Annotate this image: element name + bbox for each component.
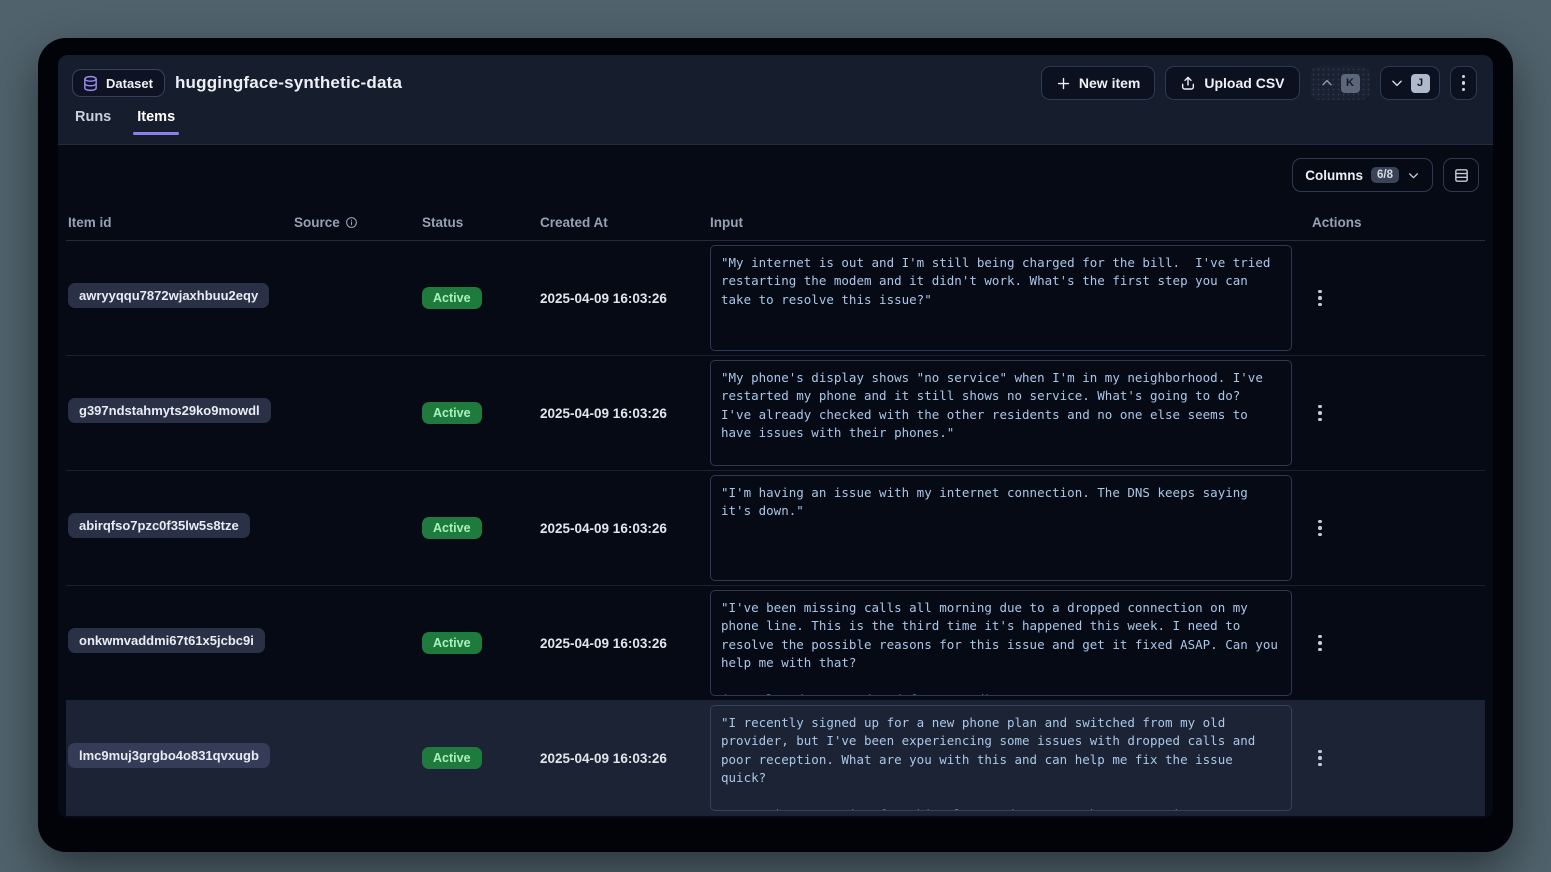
created-at-cell: 2025-04-09 16:03:26 xyxy=(540,406,710,421)
input-cell[interactable]: "I've been missing calls all morning due… xyxy=(710,590,1292,696)
keycap-k: K xyxy=(1341,74,1360,93)
table-row[interactable]: onkwmvaddmi67t61x5jcbc9i Active 2025-04-… xyxy=(66,586,1485,701)
tab-items[interactable]: Items xyxy=(137,109,175,135)
kebab-icon xyxy=(1462,75,1466,92)
created-at-cell: 2025-04-09 16:03:26 xyxy=(540,636,710,651)
table-row[interactable]: lmc9muj3grgbo4o831qvxugb Active 2025-04-… xyxy=(66,701,1485,816)
dataset-app: Dataset huggingface-synthetic-data New i… xyxy=(58,55,1493,818)
plus-icon xyxy=(1056,76,1071,91)
columns-dropdown-button[interactable]: Columns 6/8 xyxy=(1292,158,1433,192)
header-source[interactable]: Source xyxy=(294,215,422,230)
created-at-cell: 2025-04-09 16:03:26 xyxy=(540,291,710,306)
status-badge: Active xyxy=(422,402,482,424)
new-item-label: New item xyxy=(1079,75,1140,91)
item-id-badge[interactable]: g397ndstahmyts29ko9mowdl xyxy=(68,398,271,423)
created-at-cell: 2025-04-09 16:03:26 xyxy=(540,521,710,536)
table-header-row: Item id Source Status Created At Input A… xyxy=(66,205,1485,241)
row-actions-button[interactable] xyxy=(1312,514,1328,543)
table-row[interactable]: awryyqqu7872wjaxhbuu2eqy Active 2025-04-… xyxy=(66,241,1485,356)
header-created-at[interactable]: Created At xyxy=(540,215,710,230)
upload-icon xyxy=(1180,75,1196,91)
header-overflow-menu-button[interactable] xyxy=(1450,66,1478,100)
new-item-button[interactable]: New item xyxy=(1041,66,1155,100)
item-id-badge[interactable]: lmc9muj3grgbo4o831qvxugb xyxy=(68,743,270,768)
status-badge: Active xyxy=(422,287,482,309)
database-icon xyxy=(82,75,99,92)
upload-csv-button[interactable]: Upload CSV xyxy=(1165,66,1299,100)
header-actions-col: Actions xyxy=(1302,215,1485,230)
columns-label: Columns xyxy=(1305,168,1363,183)
status-badge: Active xyxy=(422,517,482,539)
dataset-badge-label: Dataset xyxy=(106,76,153,91)
row-actions-button[interactable] xyxy=(1312,744,1328,773)
keycap-j: J xyxy=(1411,74,1430,93)
item-id-badge[interactable]: onkwmvaddmi67t61x5jcbc9i xyxy=(68,628,265,653)
prev-item-button[interactable]: K xyxy=(1310,66,1370,100)
chevron-down-icon xyxy=(1407,169,1420,182)
table-row[interactable]: abirqfso7pzc0f35lw5s8tze Active 2025-04-… xyxy=(66,471,1485,586)
item-id-badge[interactable]: abirqfso7pzc0f35lw5s8tze xyxy=(68,513,250,538)
chevron-down-icon xyxy=(1390,76,1404,90)
header-item-id[interactable]: Item id xyxy=(66,215,294,230)
table-row[interactable]: g397ndstahmyts29ko9mowdl Active 2025-04-… xyxy=(66,356,1485,471)
table-toolbar: Columns 6/8 xyxy=(58,145,1493,205)
header-actions: New item Upload CSV K xyxy=(1041,66,1477,100)
input-cell[interactable]: "I recently signed up for a new phone pl… xyxy=(710,705,1292,811)
title-row: Dataset huggingface-synthetic-data New i… xyxy=(72,66,1477,100)
status-badge: Active xyxy=(422,632,482,654)
columns-count-badge: 6/8 xyxy=(1371,167,1399,183)
dataset-type-badge: Dataset xyxy=(72,69,165,97)
page-title: huggingface-synthetic-data xyxy=(175,73,402,93)
chevron-up-icon xyxy=(1320,76,1334,90)
app-header: Dataset huggingface-synthetic-data New i… xyxy=(58,55,1493,145)
items-table: Item id Source Status Created At Input A… xyxy=(58,205,1493,818)
input-cell[interactable]: "I'm having an issue with my internet co… xyxy=(710,475,1292,581)
created-at-cell: 2025-04-09 16:03:26 xyxy=(540,751,710,766)
next-item-button[interactable]: J xyxy=(1380,66,1440,100)
row-height-button[interactable] xyxy=(1443,158,1479,192)
tab-runs[interactable]: Runs xyxy=(75,109,111,135)
item-id-badge[interactable]: awryyqqu7872wjaxhbuu2eqy xyxy=(68,283,269,308)
table-rows-icon xyxy=(1453,167,1470,184)
status-badge: Active xyxy=(422,747,482,769)
row-actions-button[interactable] xyxy=(1312,399,1328,428)
header-status[interactable]: Status xyxy=(422,215,540,230)
input-cell[interactable]: "My internet is out and I'm still being … xyxy=(710,245,1292,351)
row-actions-button[interactable] xyxy=(1312,284,1328,313)
input-cell[interactable]: "My phone's display shows "no service" w… xyxy=(710,360,1292,466)
app-window: Dataset huggingface-synthetic-data New i… xyxy=(38,38,1513,852)
header-input[interactable]: Input xyxy=(710,215,1302,230)
upload-csv-label: Upload CSV xyxy=(1204,75,1284,91)
info-icon xyxy=(345,216,358,229)
row-actions-button[interactable] xyxy=(1312,629,1328,658)
tab-bar: Runs Items xyxy=(72,109,1477,135)
